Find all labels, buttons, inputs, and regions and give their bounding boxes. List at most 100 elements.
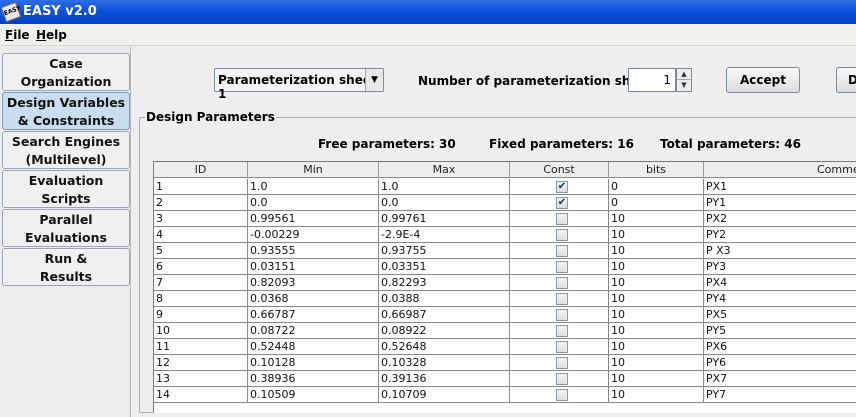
const-checkbox[interactable] [556, 277, 568, 289]
cell-min[interactable]: 0.82093 [248, 275, 379, 291]
cell-comment[interactable]: PX7 [704, 371, 856, 387]
cell-bits[interactable]: 0 [609, 195, 704, 211]
cell-min[interactable]: 0.08722 [248, 323, 379, 339]
table-row[interactable]: 2 0.0 0.0 ✔ 0 PY1 [154, 195, 856, 211]
cell-id[interactable]: 12 [154, 355, 248, 371]
cell-bits[interactable]: 0 [609, 179, 704, 195]
table-row[interactable]: 1 1.0 1.0 ✔ 0 PX1 [154, 179, 856, 195]
cell-min[interactable]: 0.38936 [248, 371, 379, 387]
column-header-const[interactable]: Const [510, 162, 609, 178]
cell-id[interactable]: 3 [154, 211, 248, 227]
cell-bits[interactable]: 10 [609, 339, 704, 355]
nav-run-results[interactable]: Run & Results [2, 248, 130, 286]
cell-id[interactable]: 1 [154, 179, 248, 195]
nav-search-engines[interactable]: Search Engines (Multilevel) [2, 131, 130, 169]
cell-comment[interactable]: PX6 [704, 339, 856, 355]
cell-bits[interactable]: 10 [609, 227, 704, 243]
table-row[interactable]: 7 0.82093 0.82293 10 PX4 [154, 275, 856, 291]
cell-const[interactable] [510, 387, 609, 403]
cell-bits[interactable]: 10 [609, 259, 704, 275]
cell-id[interactable]: 14 [154, 387, 248, 403]
table-row[interactable]: 14 0.10509 0.10709 10 PY7 [154, 387, 856, 403]
spinner-up-icon[interactable]: ▲ [677, 69, 691, 80]
column-header-comment[interactable]: Comme [704, 162, 856, 178]
cell-min[interactable]: 0.52448 [248, 339, 379, 355]
table-row[interactable]: 13 0.38936 0.39136 10 PX7 [154, 371, 856, 387]
cell-const[interactable] [510, 227, 609, 243]
table-row[interactable]: 6 0.03151 0.03351 10 PY3 [154, 259, 856, 275]
cell-bits[interactable]: 10 [609, 323, 704, 339]
cell-max[interactable]: 0.0 [379, 195, 510, 211]
table-row[interactable]: 10 0.08722 0.08922 10 PY5 [154, 323, 856, 339]
cell-comment[interactable]: PX5 [704, 307, 856, 323]
cell-comment[interactable]: PX2 [704, 211, 856, 227]
nav-design-variables[interactable]: Design Variables & Constraints [2, 92, 130, 130]
const-checkbox[interactable] [556, 213, 568, 225]
cell-bits[interactable]: 10 [609, 243, 704, 259]
const-checkbox[interactable] [556, 309, 568, 321]
cell-max[interactable]: 0.82293 [379, 275, 510, 291]
cell-max[interactable]: 1.0 [379, 179, 510, 195]
const-checkbox[interactable] [556, 245, 568, 257]
cell-const[interactable] [510, 275, 609, 291]
cell-max[interactable]: -2.9E-4 [379, 227, 510, 243]
nav-case-organization[interactable]: Case Organization [2, 53, 130, 91]
cell-bits[interactable]: 10 [609, 387, 704, 403]
cell-id[interactable]: 2 [154, 195, 248, 211]
cell-max[interactable]: 0.93755 [379, 243, 510, 259]
const-checkbox[interactable] [556, 325, 568, 337]
cell-const[interactable] [510, 259, 609, 275]
d-button[interactable]: D [836, 67, 856, 93]
cell-min[interactable]: 0.99561 [248, 211, 379, 227]
const-checkbox[interactable]: ✔ [556, 197, 568, 209]
cell-bits[interactable]: 10 [609, 211, 704, 227]
cell-max[interactable]: 0.0388 [379, 291, 510, 307]
cell-min[interactable]: -0.00229 [248, 227, 379, 243]
cell-min[interactable]: 0.0368 [248, 291, 379, 307]
cell-id[interactable]: 6 [154, 259, 248, 275]
column-header-id[interactable]: ID [154, 162, 248, 178]
table-row[interactable]: 11 0.52448 0.52648 10 PX6 [154, 339, 856, 355]
const-checkbox[interactable] [556, 229, 568, 241]
cell-min[interactable]: 0.03151 [248, 259, 379, 275]
const-checkbox[interactable] [556, 293, 568, 305]
cell-id[interactable]: 11 [154, 339, 248, 355]
cell-const[interactable] [510, 307, 609, 323]
cell-comment[interactable]: PY4 [704, 291, 856, 307]
sheet-select[interactable]: Parameterization sheet 1 ▼ [214, 68, 384, 101]
cell-max[interactable]: 0.03351 [379, 259, 510, 275]
column-header-bits[interactable]: bits [609, 162, 704, 178]
cell-comment[interactable]: PY2 [704, 227, 856, 243]
const-checkbox[interactable] [556, 341, 568, 353]
menu-help[interactable]: Help [36, 28, 67, 42]
cell-id[interactable]: 7 [154, 275, 248, 291]
cell-bits[interactable]: 10 [609, 307, 704, 323]
cell-const[interactable] [510, 323, 609, 339]
cell-max[interactable]: 0.08922 [379, 323, 510, 339]
cell-id[interactable]: 4 [154, 227, 248, 243]
const-checkbox[interactable] [556, 373, 568, 385]
cell-id[interactable]: 8 [154, 291, 248, 307]
table-row[interactable]: 4 -0.00229 -2.9E-4 10 PY2 [154, 227, 856, 243]
cell-const[interactable] [510, 355, 609, 371]
cell-const[interactable]: ✔ [510, 195, 609, 211]
cell-const[interactable] [510, 371, 609, 387]
cell-comment[interactable]: PY1 [704, 195, 856, 211]
column-header-min[interactable]: Min [248, 162, 379, 178]
cell-const[interactable] [510, 339, 609, 355]
accept-button[interactable]: Accept [726, 67, 800, 93]
chevron-down-icon[interactable]: ▼ [365, 69, 383, 91]
cell-id[interactable]: 13 [154, 371, 248, 387]
cell-comment[interactable]: PX1 [704, 179, 856, 195]
cell-bits[interactable]: 10 [609, 355, 704, 371]
nav-parallel-evaluations[interactable]: Parallel Evaluations [2, 209, 130, 247]
cell-min[interactable]: 1.0 [248, 179, 379, 195]
cell-max[interactable]: 0.10709 [379, 387, 510, 403]
cell-max[interactable]: 0.99761 [379, 211, 510, 227]
table-row[interactable]: 9 0.66787 0.66987 10 PX5 [154, 307, 856, 323]
table-row[interactable]: 8 0.0368 0.0388 10 PY4 [154, 291, 856, 307]
cell-comment[interactable]: PY5 [704, 323, 856, 339]
cell-max[interactable]: 0.66987 [379, 307, 510, 323]
cell-comment[interactable]: PY7 [704, 387, 856, 403]
menu-file[interactable]: File [5, 28, 30, 42]
